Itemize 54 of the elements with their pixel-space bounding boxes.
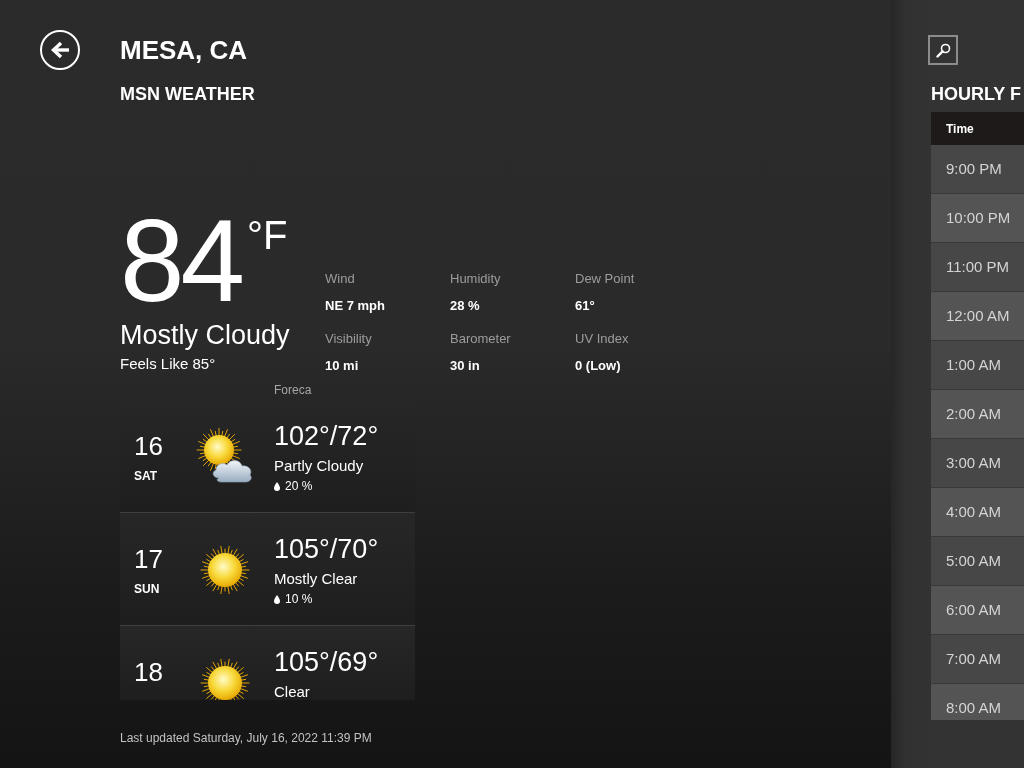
day-number: 17 [134,543,163,575]
column-header: Time [931,112,1024,145]
high-low-temperature: 105°/69° [274,646,379,678]
time-cell: 9:00 PM [931,145,1024,194]
condition-text: Mostly Cloudy [120,319,291,351]
raindrop-icon [274,594,280,604]
high-low-temperature: 105°/70° [274,533,379,565]
detail-value: 0 (Low) [575,358,622,374]
detail-label: Dew Point [575,271,636,287]
city-title: MESA, CA [120,34,249,67]
detail-label: Barometer [450,331,512,347]
detail-value: 28 % [450,298,481,314]
time-cell: 2:00 AM [931,390,1024,439]
detail-label: Humidity [450,271,502,287]
time-cell: 10:00 PM [931,194,1024,243]
time-cell: 12:00 AM [931,292,1024,341]
time-cell: 3:00 AM [931,439,1024,488]
forecast-condition: Partly Cloudy [274,456,364,476]
time-cell: 7:00 AM [931,635,1024,684]
detail-label: Wind [325,271,356,287]
search-button[interactable] [928,35,958,65]
detail-value: NE 7 mph [325,298,386,314]
day-number: 18 [134,656,163,688]
time-cell: 8:00 AM [931,684,1024,720]
forecast-condition: Clear [274,682,310,700]
app-name: MSN WEATHER [120,83,255,106]
detail-value: 61° [575,298,596,314]
temperature-value: 84 [120,203,242,319]
day-number: 16 [134,430,163,462]
time-cell: 4:00 AM [931,488,1024,537]
raindrop-icon [274,481,280,491]
precipitation-chance: 10 % [285,591,313,607]
search-icon [935,42,951,58]
detail-label: Visibility [325,331,373,347]
high-low-temperature: 102°/72° [274,420,379,452]
detail-value: 10 mi [325,358,360,374]
weekday-label: SUN [134,581,160,597]
detail-value: 30 in [450,358,481,374]
time-cell: 5:00 AM [931,537,1024,586]
temperature-unit: °F [247,215,288,255]
weekday-label: SAT [134,468,158,484]
arrow-left-icon [50,41,70,59]
forecast-condition: Mostly Clear [274,569,358,589]
detail-label: UV Index [575,331,630,347]
time-cell: 11:00 PM [931,243,1024,292]
source-label: Foreca [274,382,312,398]
back-button[interactable] [40,30,80,70]
hourly-title: HOURLY F [931,83,1023,106]
precipitation-chance: 20 % [285,478,313,494]
feels-like-text: Feels Like 85° [120,354,217,374]
sun-cloud-icon [195,428,255,485]
last-updated-text: Last updated Saturday, July 16, 2022 11:39 PM [120,730,373,746]
time-cell: 6:00 AM [931,586,1024,635]
time-cell: 1:00 AM [931,341,1024,390]
